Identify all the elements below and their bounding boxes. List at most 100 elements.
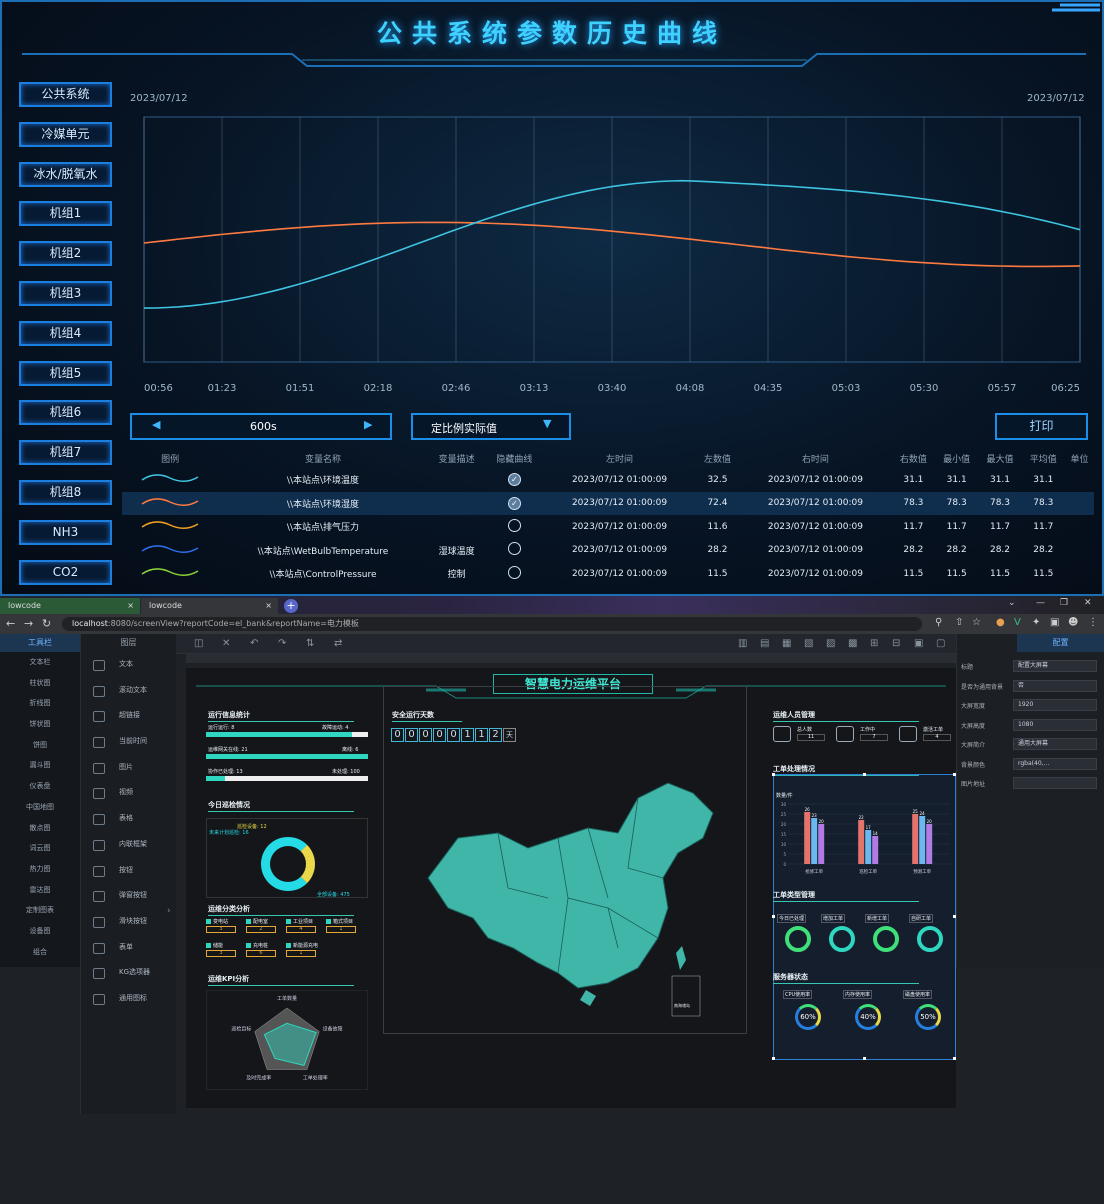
toolbar-action-icon[interactable]: ⇄ bbox=[334, 638, 342, 649]
component-item[interactable]: 表单 bbox=[81, 935, 176, 961]
align-icon[interactable]: ▨ bbox=[826, 638, 835, 649]
nav-button[interactable]: CO2 bbox=[19, 559, 112, 585]
align-icon[interactable]: ⊞ bbox=[870, 638, 878, 649]
prop-input[interactable]: 1920 bbox=[1013, 699, 1097, 711]
component-item[interactable]: 弹窗按钮 bbox=[81, 883, 176, 909]
align-icon[interactable]: ▣ bbox=[914, 638, 923, 649]
toolbox-item[interactable]: 文本栏 bbox=[0, 652, 80, 673]
resize-handle[interactable] bbox=[772, 1057, 775, 1060]
component-item[interactable]: 当前时间 bbox=[81, 729, 176, 755]
toolbox-item[interactable]: 仪表盘 bbox=[0, 776, 80, 797]
component-item[interactable]: KG选项器 bbox=[81, 960, 176, 986]
prop-input[interactable]: rgba(40,... bbox=[1013, 757, 1097, 770]
component-item[interactable]: 按钮 bbox=[81, 858, 176, 884]
scale-mode-select[interactable]: 定比例实际值 ▼ bbox=[411, 413, 571, 440]
browser-tab-1[interactable]: lowcode × bbox=[0, 598, 140, 614]
toolbox-item[interactable]: 设备图 bbox=[0, 921, 80, 942]
resize-handle[interactable] bbox=[862, 1057, 866, 1060]
history-line-chart[interactable]: 00:56 01:23 01:51 02:18 02:46 03:13 03:40 04:08… bbox=[122, 107, 1092, 397]
print-button[interactable]: 打印 bbox=[995, 413, 1088, 440]
toolbox-item[interactable]: 饼状图 bbox=[0, 714, 80, 735]
collapse-arrow-icon[interactable]: › bbox=[167, 906, 171, 916]
hide-curve-checkbox[interactable]: ✓ bbox=[507, 496, 521, 510]
resize-handle[interactable] bbox=[862, 773, 866, 776]
interval-stepper[interactable]: ◀ 600s ▶ bbox=[130, 413, 392, 440]
prop-input[interactable]: 通用大屏幕 bbox=[1013, 738, 1097, 750]
toolbar-action-icon[interactable]: ↶ bbox=[250, 638, 258, 649]
hide-curve-checkbox[interactable] bbox=[507, 542, 521, 556]
toolbox-item[interactable]: 漏斗图 bbox=[0, 755, 80, 776]
menu-icon[interactable]: ⋮ bbox=[1088, 617, 1098, 628]
sidebar-icon[interactable]: ▣ bbox=[1050, 617, 1059, 628]
back-icon[interactable]: ← bbox=[6, 617, 15, 630]
component-item[interactable]: 通用图标 bbox=[81, 986, 176, 1012]
component-item[interactable]: 内联框架 bbox=[81, 832, 176, 858]
nav-button[interactable]: 机组3 bbox=[19, 281, 112, 306]
toolbar-action-icon[interactable]: ✕ bbox=[222, 638, 230, 649]
align-icon[interactable]: ▥ bbox=[738, 638, 747, 649]
nav-button[interactable]: 机组5 bbox=[19, 360, 112, 386]
toolbox-item[interactable]: 中国地图 bbox=[0, 797, 80, 818]
align-icon[interactable]: ▢ bbox=[936, 638, 945, 649]
nav-button[interactable]: 机组6 bbox=[19, 400, 112, 426]
close-window-icon[interactable]: ✕ bbox=[1084, 598, 1092, 608]
search-icon[interactable]: ⚲ bbox=[935, 617, 942, 628]
reload-icon[interactable]: ↻ bbox=[42, 617, 51, 630]
nav-button[interactable]: 公共系统 bbox=[19, 82, 112, 107]
toolbox-item[interactable]: 柱状图 bbox=[0, 673, 80, 694]
resize-handle[interactable] bbox=[953, 1057, 956, 1060]
prop-input[interactable] bbox=[1013, 777, 1097, 789]
puzzle-icon[interactable]: ✦ bbox=[1032, 617, 1040, 628]
toolbar-action-icon[interactable]: ⇅ bbox=[306, 638, 314, 649]
nav-button[interactable]: 机组2 bbox=[19, 241, 112, 267]
nav-button[interactable]: 机组4 bbox=[19, 320, 112, 346]
align-icon[interactable]: ▦ bbox=[782, 638, 791, 649]
prop-input[interactable]: 1080 bbox=[1013, 718, 1097, 731]
toolbox-item[interactable]: 雷达图 bbox=[0, 880, 80, 901]
align-icon[interactable]: ▧ bbox=[804, 638, 813, 649]
forward-icon[interactable]: → bbox=[24, 617, 33, 630]
toolbox-item[interactable]: 折线图 bbox=[0, 693, 80, 714]
minimize-icon[interactable]: — bbox=[1036, 598, 1045, 608]
url-input[interactable]: localhost:8080/screenView?reportCode=el_… bbox=[62, 617, 922, 631]
toolbar-action-icon[interactable]: ◫ bbox=[194, 638, 203, 649]
component-item[interactable]: 视频 bbox=[81, 780, 176, 806]
close-icon[interactable]: × bbox=[265, 598, 272, 614]
resize-handle[interactable] bbox=[772, 773, 775, 776]
browser-tab-2[interactable]: lowcode × bbox=[141, 598, 278, 614]
extension-icon[interactable]: ● bbox=[996, 617, 1005, 628]
component-item[interactable]: 文本 bbox=[81, 652, 176, 678]
hide-curve-checkbox[interactable] bbox=[507, 565, 521, 579]
new-tab-button[interactable]: + bbox=[284, 599, 298, 613]
toolbox-item[interactable]: 饼图 bbox=[0, 735, 80, 756]
design-canvas[interactable]: 智慧电力运维平台 运行信息统计 运行运行: 8 故障运动: 4 运维网关在线: … bbox=[186, 668, 956, 1108]
toolbox-item[interactable]: 组合 bbox=[0, 942, 80, 963]
chevron-down-icon[interactable]: ⌄ bbox=[1008, 598, 1016, 608]
avatar[interactable]: ☻ bbox=[1068, 617, 1078, 628]
nav-button[interactable]: 机组1 bbox=[19, 201, 112, 227]
toolbox-item[interactable]: 热力图 bbox=[0, 859, 80, 880]
component-item[interactable]: 滑块按钮 bbox=[81, 909, 176, 935]
hide-curve-checkbox[interactable]: ✓ bbox=[507, 473, 521, 487]
align-icon[interactable]: ⊟ bbox=[892, 638, 900, 649]
share-icon[interactable]: ⇧ bbox=[955, 617, 963, 628]
align-icon[interactable]: ▤ bbox=[760, 638, 769, 649]
nav-button[interactable]: 机组7 bbox=[19, 440, 112, 466]
component-item[interactable]: 超链接 bbox=[81, 703, 176, 729]
toolbar-action-icon[interactable]: ↷ bbox=[278, 638, 286, 649]
prev-arrow-icon[interactable]: ◀ bbox=[152, 418, 160, 431]
star-icon[interactable]: ☆ bbox=[972, 617, 981, 628]
close-icon[interactable]: × bbox=[127, 598, 134, 614]
nav-button[interactable]: NH3 bbox=[19, 519, 112, 545]
component-item[interactable]: 滚动文本 bbox=[81, 678, 176, 704]
component-item[interactable]: 图片 bbox=[81, 755, 176, 781]
align-icon[interactable]: ▩ bbox=[848, 638, 857, 649]
next-arrow-icon[interactable]: ▶ bbox=[364, 418, 372, 431]
maximize-icon[interactable]: ❐ bbox=[1060, 598, 1068, 608]
toolbox-item[interactable]: 散点图 bbox=[0, 818, 80, 839]
vue-extension-icon[interactable]: V bbox=[1014, 617, 1021, 628]
prop-input[interactable]: 否 bbox=[1013, 679, 1097, 692]
toolbox-item[interactable]: 定制图表 bbox=[0, 900, 80, 921]
component-item[interactable]: 表格 bbox=[81, 806, 176, 832]
toolbox-item[interactable]: 词云图 bbox=[0, 838, 80, 859]
